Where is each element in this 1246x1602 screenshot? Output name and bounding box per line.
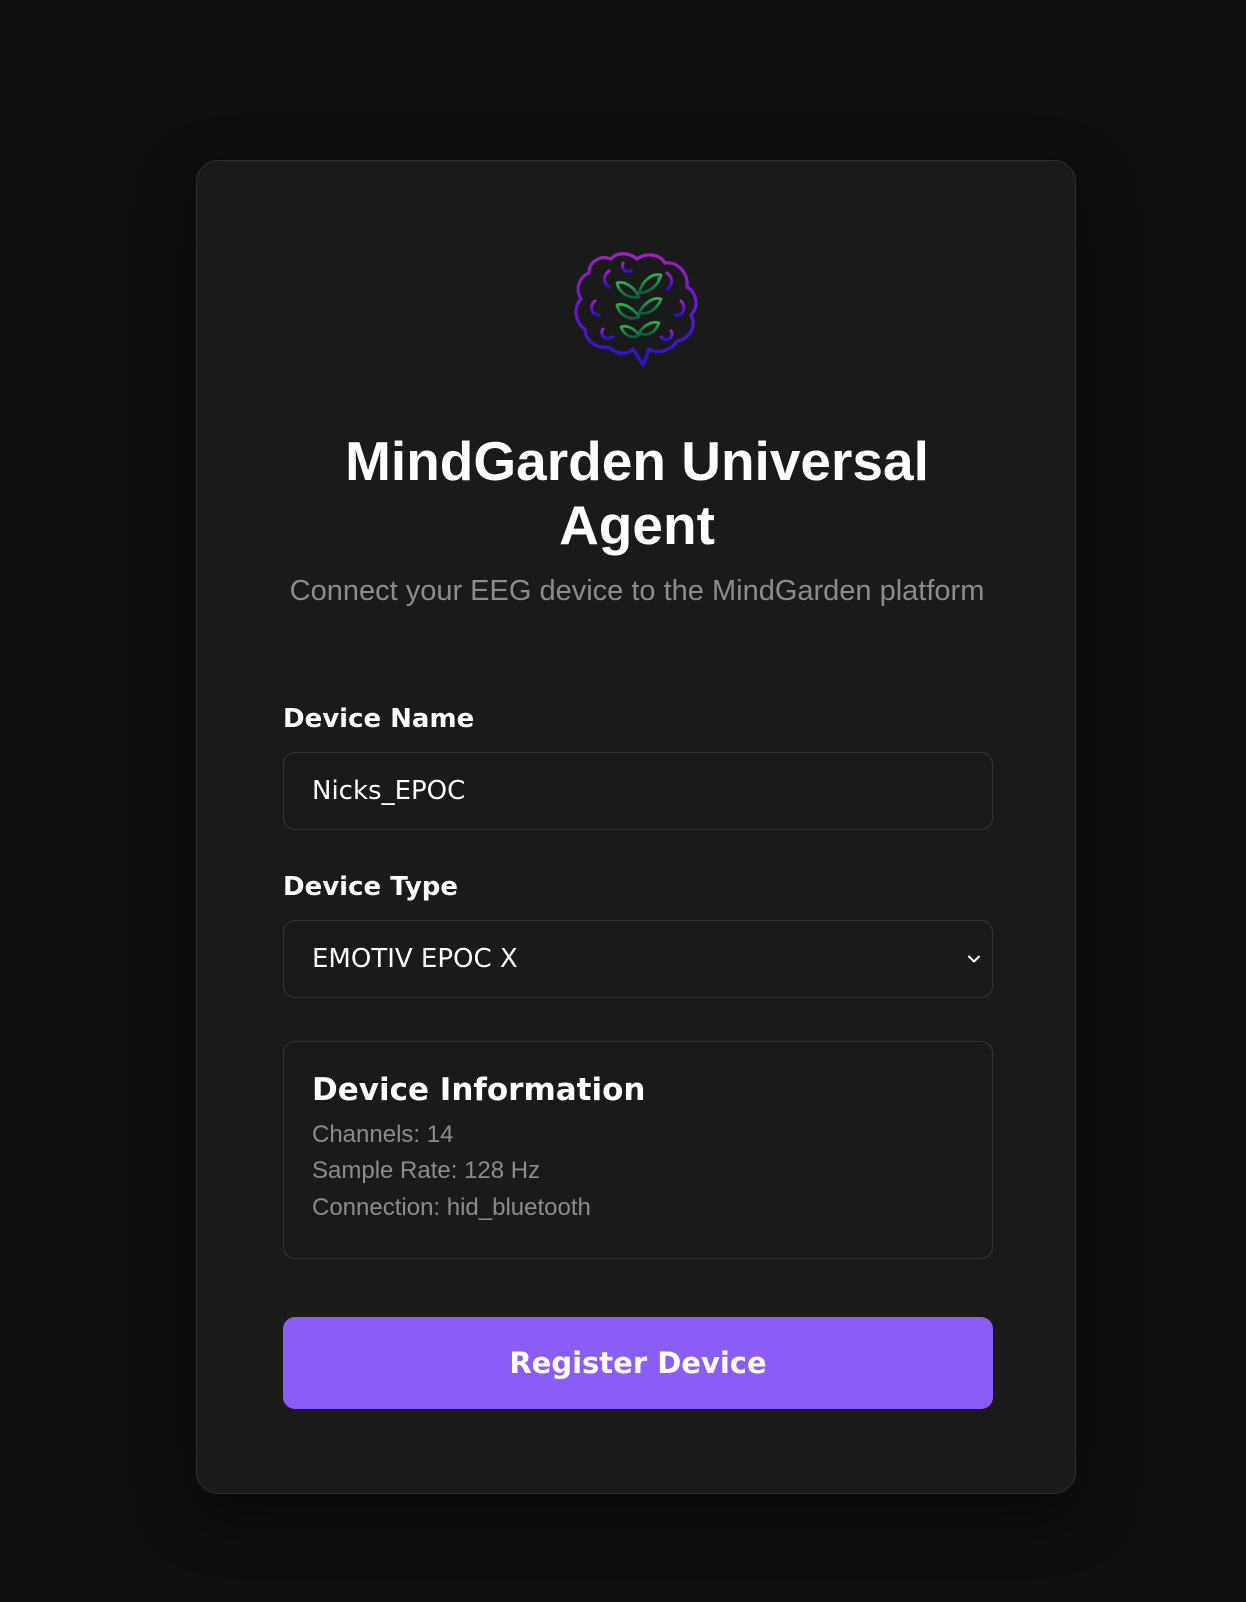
page-title: MindGarden Universal Agent — [345, 430, 929, 556]
device-type-label: Device Type — [283, 872, 459, 902]
device-info-panel: Device Information Channels: 14 Sample R… — [283, 1041, 993, 1259]
chevron-down-icon — [966, 951, 982, 967]
page-subtitle: Connect your EEG device to the MindGarde… — [289, 575, 985, 607]
device-name-input[interactable]: Nicks_EPOC — [283, 752, 993, 830]
registration-card: MindGarden Universal Agent Connect your … — [196, 160, 1076, 1494]
device-type-value: EMOTIV EPOC X — [312, 944, 518, 974]
device-info-sample-rate: Sample Rate: 128 Hz — [312, 1157, 541, 1184]
brain-plant-icon — [569, 249, 705, 373]
device-info-channels: Channels: 14 — [312, 1121, 454, 1148]
register-device-button[interactable]: Register Device — [283, 1317, 993, 1409]
device-type-select[interactable]: EMOTIV EPOC X — [283, 920, 993, 998]
device-name-label: Device Name — [283, 704, 475, 734]
device-info-connection: Connection: hid_bluetooth — [312, 1194, 591, 1221]
device-name-value: Nicks_EPOC — [312, 776, 466, 806]
device-info-title: Device Information — [312, 1072, 646, 1108]
